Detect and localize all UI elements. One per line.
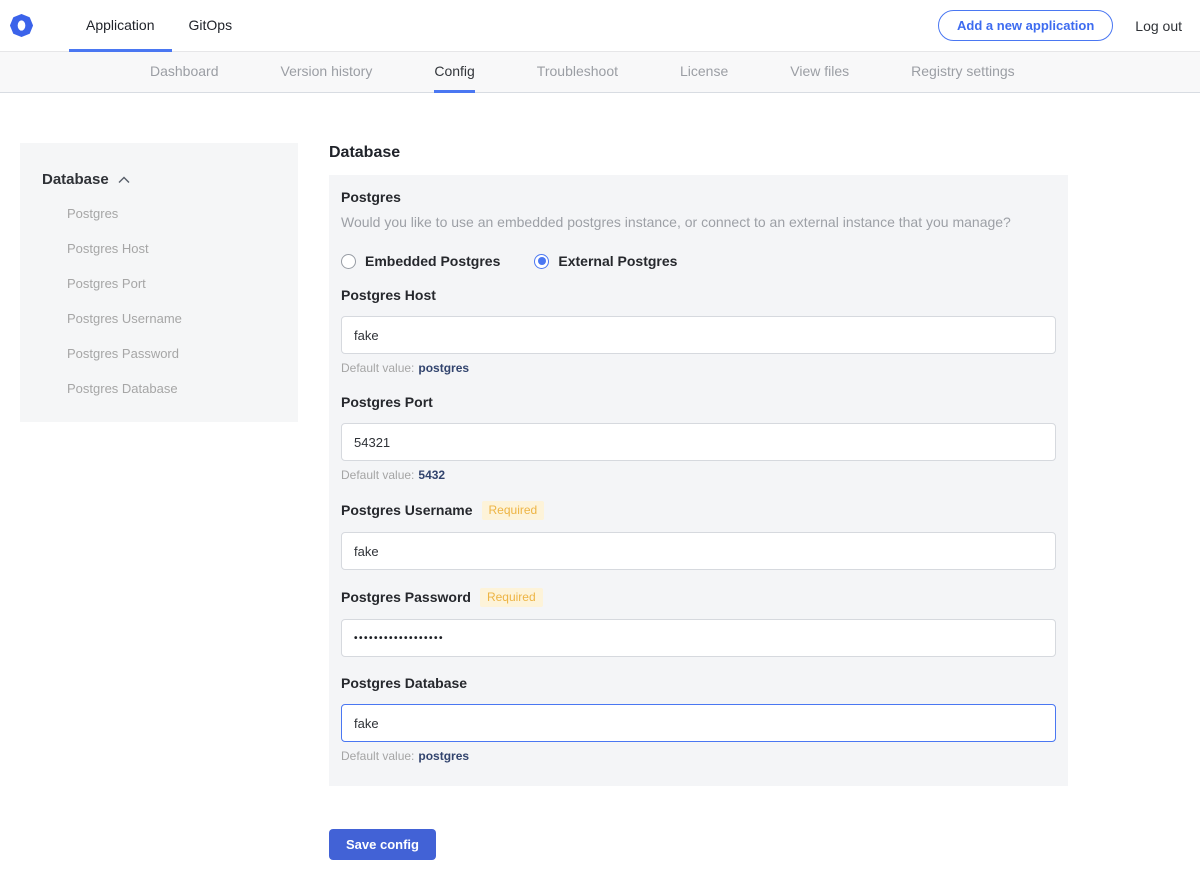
default-prefix: Default value: <box>341 361 414 375</box>
field-label: Postgres Database <box>341 675 1056 692</box>
radio-circle-icon <box>341 254 356 269</box>
subnav-item-license[interactable]: License <box>680 52 728 93</box>
subnav-item-dashboard[interactable]: Dashboard <box>150 52 219 93</box>
tab-gitops[interactable]: GitOps <box>172 0 250 52</box>
default-value: postgres <box>418 361 469 375</box>
logout-button[interactable]: Log out <box>1135 18 1182 34</box>
required-badge: Required <box>480 588 543 607</box>
sidebar-item-postgres-host[interactable]: Postgres Host <box>42 240 282 258</box>
radio-label: Embedded Postgres <box>365 253 500 269</box>
config-sidebar: Database Postgres Postgres Host Postgres… <box>20 143 298 422</box>
field-group-postgres-password: Postgres Password Required <box>341 588 1056 657</box>
radio-external-postgres[interactable]: External Postgres <box>534 253 677 269</box>
sidebar-item-postgres-username[interactable]: Postgres Username <box>42 310 282 328</box>
section-title: Database <box>329 143 1068 162</box>
field-label-text: Postgres Password <box>341 589 471 606</box>
field-group-postgres-database: Postgres Database Default value: postgres <box>341 675 1056 764</box>
default-prefix: Default value: <box>341 749 414 763</box>
field-label: Postgres Password Required <box>341 588 1056 607</box>
postgres-group-label: Postgres <box>341 189 1056 206</box>
subnav-item-troubleshoot[interactable]: Troubleshoot <box>537 52 618 93</box>
subnav-item-view-files[interactable]: View files <box>790 52 849 93</box>
default-value-line: Default value: postgres <box>341 361 1056 376</box>
radio-embedded-postgres[interactable]: Embedded Postgres <box>341 253 500 269</box>
sidebar-item-postgres-port[interactable]: Postgres Port <box>42 275 282 293</box>
sidebar-item-postgres-database[interactable]: Postgres Database <box>42 380 282 398</box>
postgres-help-text: Would you like to use an embedded postgr… <box>341 214 1056 231</box>
required-badge: Required <box>482 501 545 520</box>
app-subnav: Dashboard Version history Config Trouble… <box>0 51 1200 93</box>
default-value: 5432 <box>418 468 445 482</box>
postgres-radio-group: Embedded Postgres External Postgres <box>341 253 1056 269</box>
subnav-item-config[interactable]: Config <box>434 52 474 93</box>
radio-circle-icon <box>534 254 549 269</box>
chevron-up-icon <box>118 176 130 184</box>
field-label: Postgres Username Required <box>341 501 1056 520</box>
default-value-line: Default value: 5432 <box>341 468 1056 483</box>
postgres-port-input[interactable] <box>341 423 1056 461</box>
sidebar-group-label: Database <box>42 171 109 188</box>
subnav-item-registry-settings[interactable]: Registry settings <box>911 52 1014 93</box>
app-logo[interactable] <box>10 0 33 51</box>
field-label: Postgres Host <box>341 287 1056 304</box>
top-navbar: Application GitOps Add a new application… <box>0 0 1200 51</box>
field-group-postgres-host: Postgres Host Default value: postgres <box>341 287 1056 376</box>
subnav-item-version-history[interactable]: Version history <box>281 52 373 93</box>
sidebar-item-postgres[interactable]: Postgres <box>42 205 282 223</box>
tab-application[interactable]: Application <box>69 0 172 52</box>
field-group-postgres-port: Postgres Port Default value: 5432 <box>341 394 1056 483</box>
sidebar-item-postgres-password[interactable]: Postgres Password <box>42 345 282 363</box>
postgres-host-input[interactable] <box>341 316 1056 354</box>
sidebar-group-database[interactable]: Database <box>42 171 282 188</box>
default-value: postgres <box>418 749 469 763</box>
postgres-database-input[interactable] <box>341 704 1056 742</box>
postgres-password-input[interactable] <box>341 619 1056 657</box>
app-logo-icon <box>10 14 33 37</box>
default-prefix: Default value: <box>341 468 414 482</box>
field-label-text: Postgres Username <box>341 502 473 519</box>
postgres-username-input[interactable] <box>341 532 1056 570</box>
save-config-button[interactable]: Save config <box>329 829 436 860</box>
field-label: Postgres Port <box>341 394 1056 411</box>
config-panel: Postgres Would you like to use an embedd… <box>329 175 1068 786</box>
field-group-postgres-username: Postgres Username Required <box>341 501 1056 570</box>
default-value-line: Default value: postgres <box>341 749 1056 764</box>
radio-label: External Postgres <box>558 253 677 269</box>
add-new-application-button[interactable]: Add a new application <box>938 10 1113 41</box>
config-main: Database Postgres Would you like to use … <box>329 143 1068 860</box>
